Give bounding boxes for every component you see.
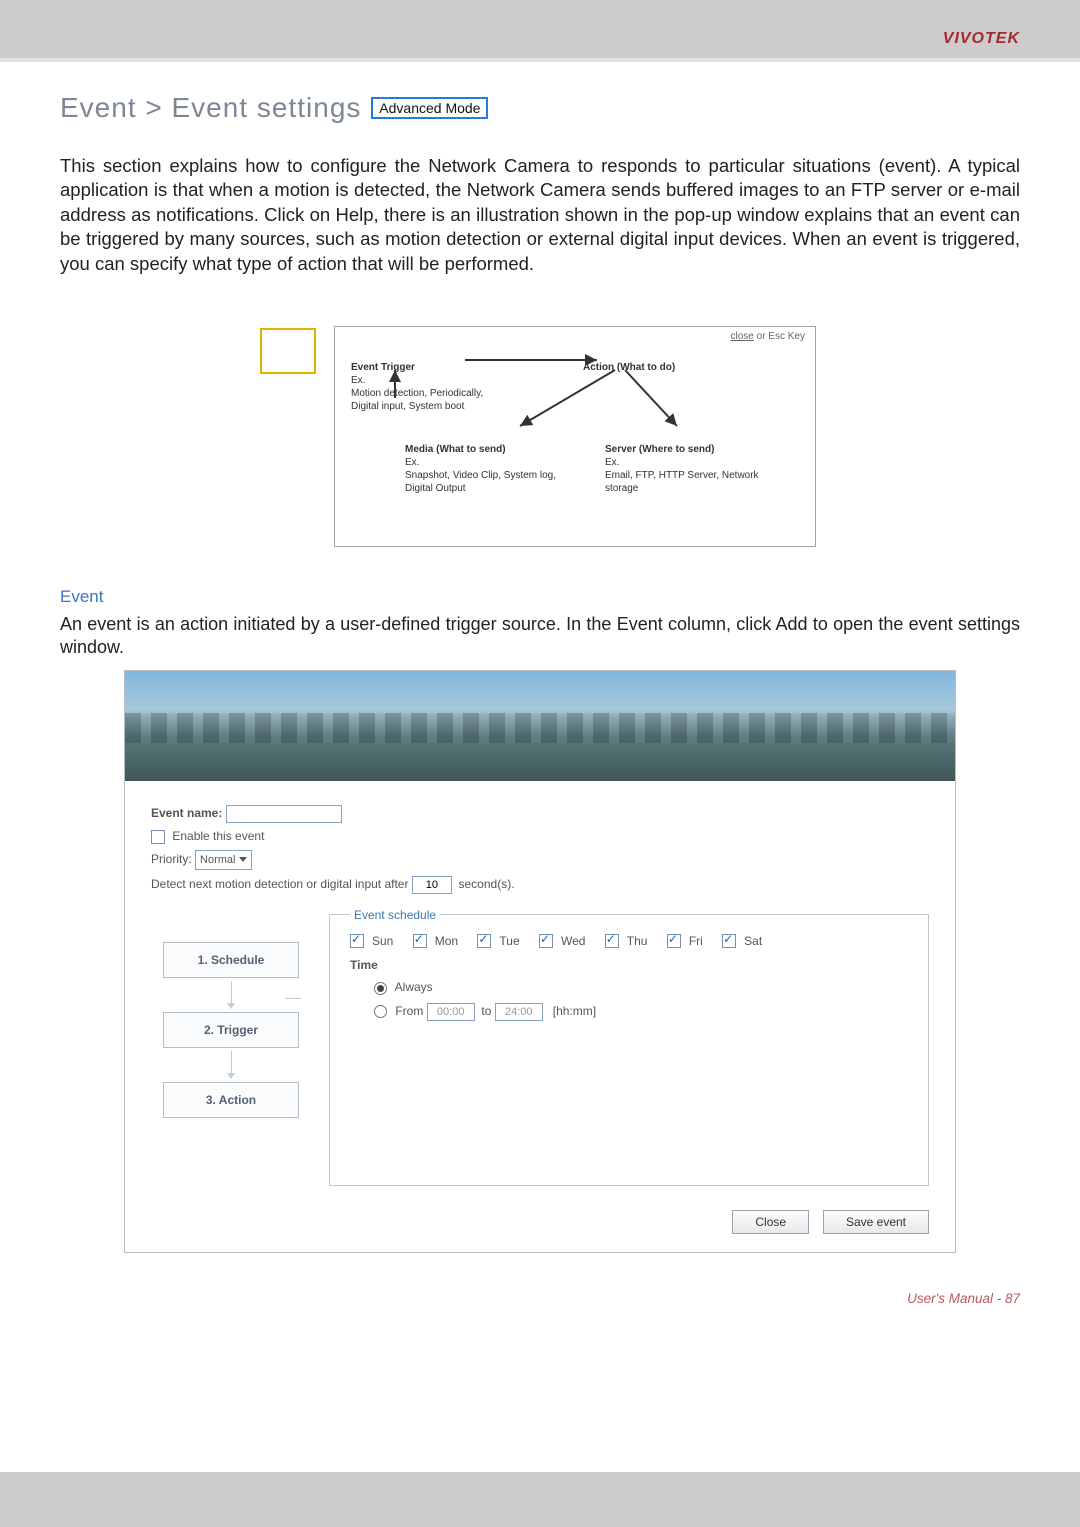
day-wed-label: Wed <box>561 934 585 948</box>
time-hint: [hh:mm] <box>553 1004 596 1018</box>
diagram-trigger-desc: Motion detection, Periodically, Digital … <box>351 387 511 413</box>
diagram-media-block: Media (What to send) Ex. Snapshot, Video… <box>405 443 565 495</box>
day-mon-label: Mon <box>435 934 458 948</box>
event-schedule-fieldset: Event schedule Sun Mon Tue Wed Thu Fri S… <box>329 908 929 1186</box>
breadcrumb: Event > Event settings <box>60 92 361 124</box>
diagram-media-ex: Ex. <box>405 456 565 469</box>
advanced-mode-badge: Advanced Mode <box>371 97 488 119</box>
time-range-row: From to [hh:mm] <box>374 1003 916 1021</box>
step-columns: 1. Schedule 2. Trigger 3. Action Event s… <box>151 908 929 1186</box>
day-thu-checkbox[interactable] <box>605 934 619 948</box>
event-form: Event name: Enable this event Priority: … <box>125 781 955 1196</box>
camera-preview <box>125 671 955 781</box>
steps-column: 1. Schedule 2. Trigger 3. Action <box>151 908 311 1186</box>
day-sat-label: Sat <box>744 934 762 948</box>
intro-text: This section explains how to configure t… <box>60 154 1020 276</box>
diagram-trigger-block: Event Trigger Ex. Motion detection, Peri… <box>351 361 511 413</box>
diagram-close[interactable]: close or Esc Key <box>345 331 805 342</box>
diagram-media-desc: Snapshot, Video Clip, System log, Digita… <box>405 469 565 495</box>
page: Event > Event settings Advanced Mode Thi… <box>0 62 1080 1472</box>
day-mon-checkbox[interactable] <box>413 934 427 948</box>
enable-checkbox[interactable] <box>151 830 165 844</box>
close-button[interactable]: Close <box>732 1210 809 1234</box>
brand-header: VIVOTEK <box>0 0 1080 62</box>
page-footer: User's Manual - 87 <box>60 1291 1020 1306</box>
priority-row: Priority: Normal <box>151 850 929 870</box>
time-from-input[interactable] <box>427 1003 475 1021</box>
diagram-server-ex: Ex. <box>605 456 775 469</box>
day-wed-checkbox[interactable] <box>539 934 553 948</box>
breadcrumb-row: Event > Event settings Advanced Mode <box>60 92 1020 124</box>
step-h-connector <box>285 998 301 999</box>
priority-value: Normal <box>200 854 235 866</box>
time-always-label: Always <box>395 980 433 994</box>
time-to-label: to <box>481 1004 491 1018</box>
diagram-close-link[interactable]: close <box>731 331 754 342</box>
diagram-server-title: Server (Where to send) <box>605 443 775 456</box>
help-diagram-wrap: close or Esc Key Event Trigger <box>260 326 1020 547</box>
days-row: Sun Mon Tue Wed Thu Fri Sat <box>350 934 916 949</box>
day-sun-checkbox[interactable] <box>350 934 364 948</box>
brand-name: VIVOTEK <box>943 30 1020 47</box>
detect-input[interactable] <box>412 876 452 894</box>
event-schedule-legend: Event schedule <box>350 908 440 922</box>
event-name-row: Event name: <box>151 805 929 823</box>
event-desc: An event is an action initiated by a use… <box>60 613 1020 660</box>
day-tue-label: Tue <box>499 934 519 948</box>
priority-label: Priority: <box>151 852 192 866</box>
time-range-radio[interactable] <box>374 1005 387 1018</box>
step-trigger[interactable]: 2. Trigger <box>163 1012 299 1048</box>
enable-row: Enable this event <box>151 829 929 844</box>
day-fri-checkbox[interactable] <box>667 934 681 948</box>
day-sat-checkbox[interactable] <box>722 934 736 948</box>
step-action[interactable]: 3. Action <box>163 1082 299 1118</box>
time-always-radio[interactable] <box>374 982 387 995</box>
time-options: Always From to [hh:mm] <box>374 980 916 1020</box>
day-fri-label: Fri <box>689 934 703 948</box>
event-heading: Event <box>60 587 1020 607</box>
diagram-action-title: Action (What to do) <box>583 362 675 373</box>
diagram-close-hint: or Esc Key <box>754 331 805 342</box>
help-diagram: close or Esc Key Event Trigger <box>334 326 816 547</box>
help-highlight-box <box>260 328 316 374</box>
detect-label-a: Detect next motion detection or digital … <box>151 877 408 891</box>
detect-row: Detect next motion detection or digital … <box>151 876 929 894</box>
diagram-action-block: Action (What to do) <box>583 361 675 374</box>
diagram-media-title: Media (What to send) <box>405 443 565 456</box>
save-event-button[interactable]: Save event <box>823 1210 929 1234</box>
priority-select[interactable]: Normal <box>195 850 252 870</box>
diagram-server-desc: Email, FTP, HTTP Server, Network storage <box>605 469 775 495</box>
time-from-label: From <box>395 1004 423 1018</box>
day-thu-label: Thu <box>627 934 648 948</box>
diagram-trigger-title: Event Trigger <box>351 361 511 374</box>
step-schedule[interactable]: 1. Schedule <box>163 942 299 978</box>
step-connector-2 <box>227 1048 235 1082</box>
detect-label-b: second(s). <box>459 877 515 891</box>
day-sun-label: Sun <box>372 934 393 948</box>
diagram-server-block: Server (Where to send) Ex. Email, FTP, H… <box>605 443 775 495</box>
step-connector-1 <box>227 978 235 1012</box>
event-settings-window: Event name: Enable this event Priority: … <box>124 670 956 1253</box>
time-to-input[interactable] <box>495 1003 543 1021</box>
time-label: Time <box>350 958 916 972</box>
day-tue-checkbox[interactable] <box>477 934 491 948</box>
diagram-trigger-ex: Ex. <box>351 374 511 387</box>
chevron-down-icon <box>239 857 247 862</box>
event-name-label: Event name: <box>151 806 222 820</box>
enable-label: Enable this event <box>172 829 264 843</box>
time-always-row: Always <box>374 980 916 994</box>
button-bar: Close Save event <box>125 1196 955 1252</box>
event-name-input[interactable] <box>226 805 342 823</box>
